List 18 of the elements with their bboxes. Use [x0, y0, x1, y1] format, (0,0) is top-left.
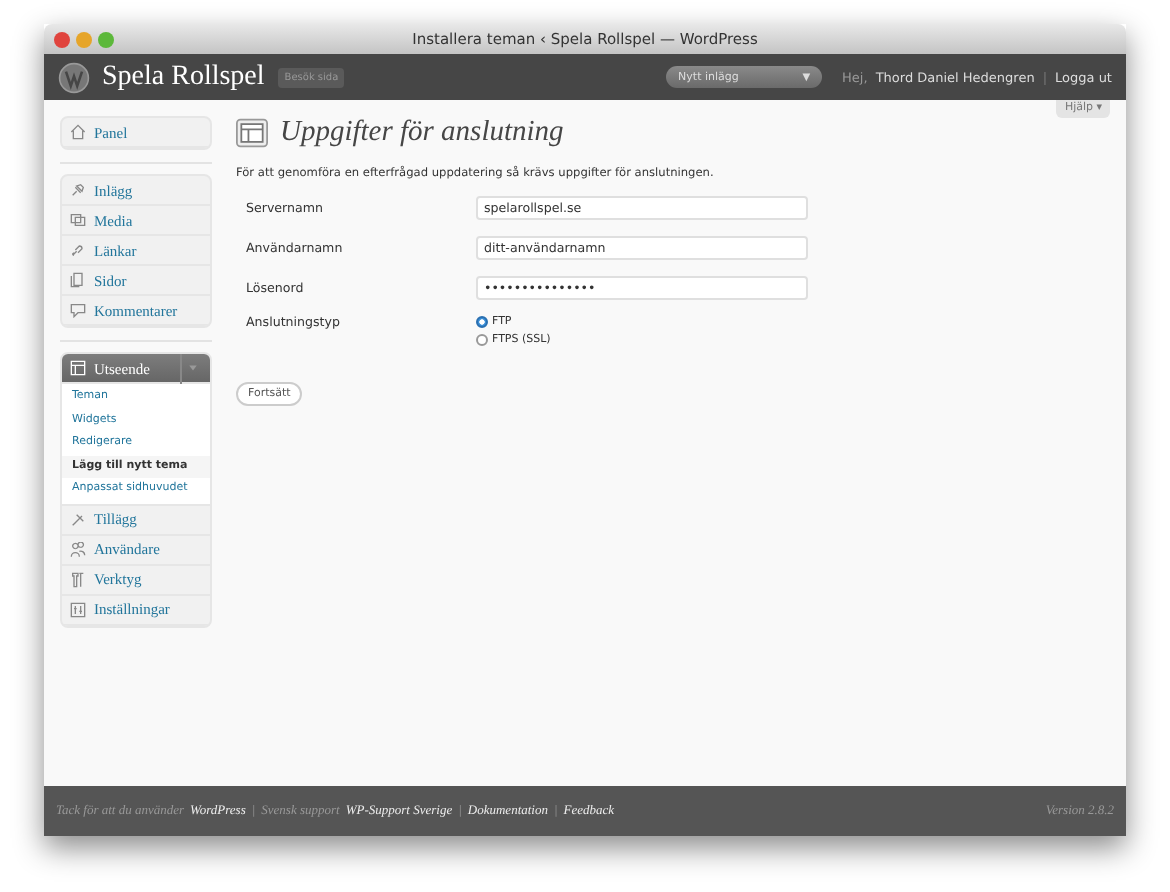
tools-icon: [70, 571, 86, 587]
window-icon: [70, 360, 86, 376]
page-title: Uppgifter för anslutning: [280, 116, 564, 150]
window-icon: [236, 118, 268, 148]
zoom-button[interactable]: [98, 31, 114, 47]
minimize-button[interactable]: [76, 31, 92, 47]
speech-bubble-icon: [70, 302, 86, 318]
pages-icon: [70, 272, 86, 288]
site-title[interactable]: Spela Rollspel: [102, 61, 265, 93]
images-icon: [70, 212, 86, 228]
radio-button[interactable]: [476, 334, 488, 346]
close-button[interactable]: [54, 31, 70, 47]
logo-icon: [58, 61, 90, 93]
radio-button[interactable]: [476, 316, 488, 328]
people-icon: [70, 541, 86, 557]
sliders-icon: [70, 601, 86, 617]
pin-icon: [70, 182, 86, 198]
house-icon: [70, 124, 86, 140]
